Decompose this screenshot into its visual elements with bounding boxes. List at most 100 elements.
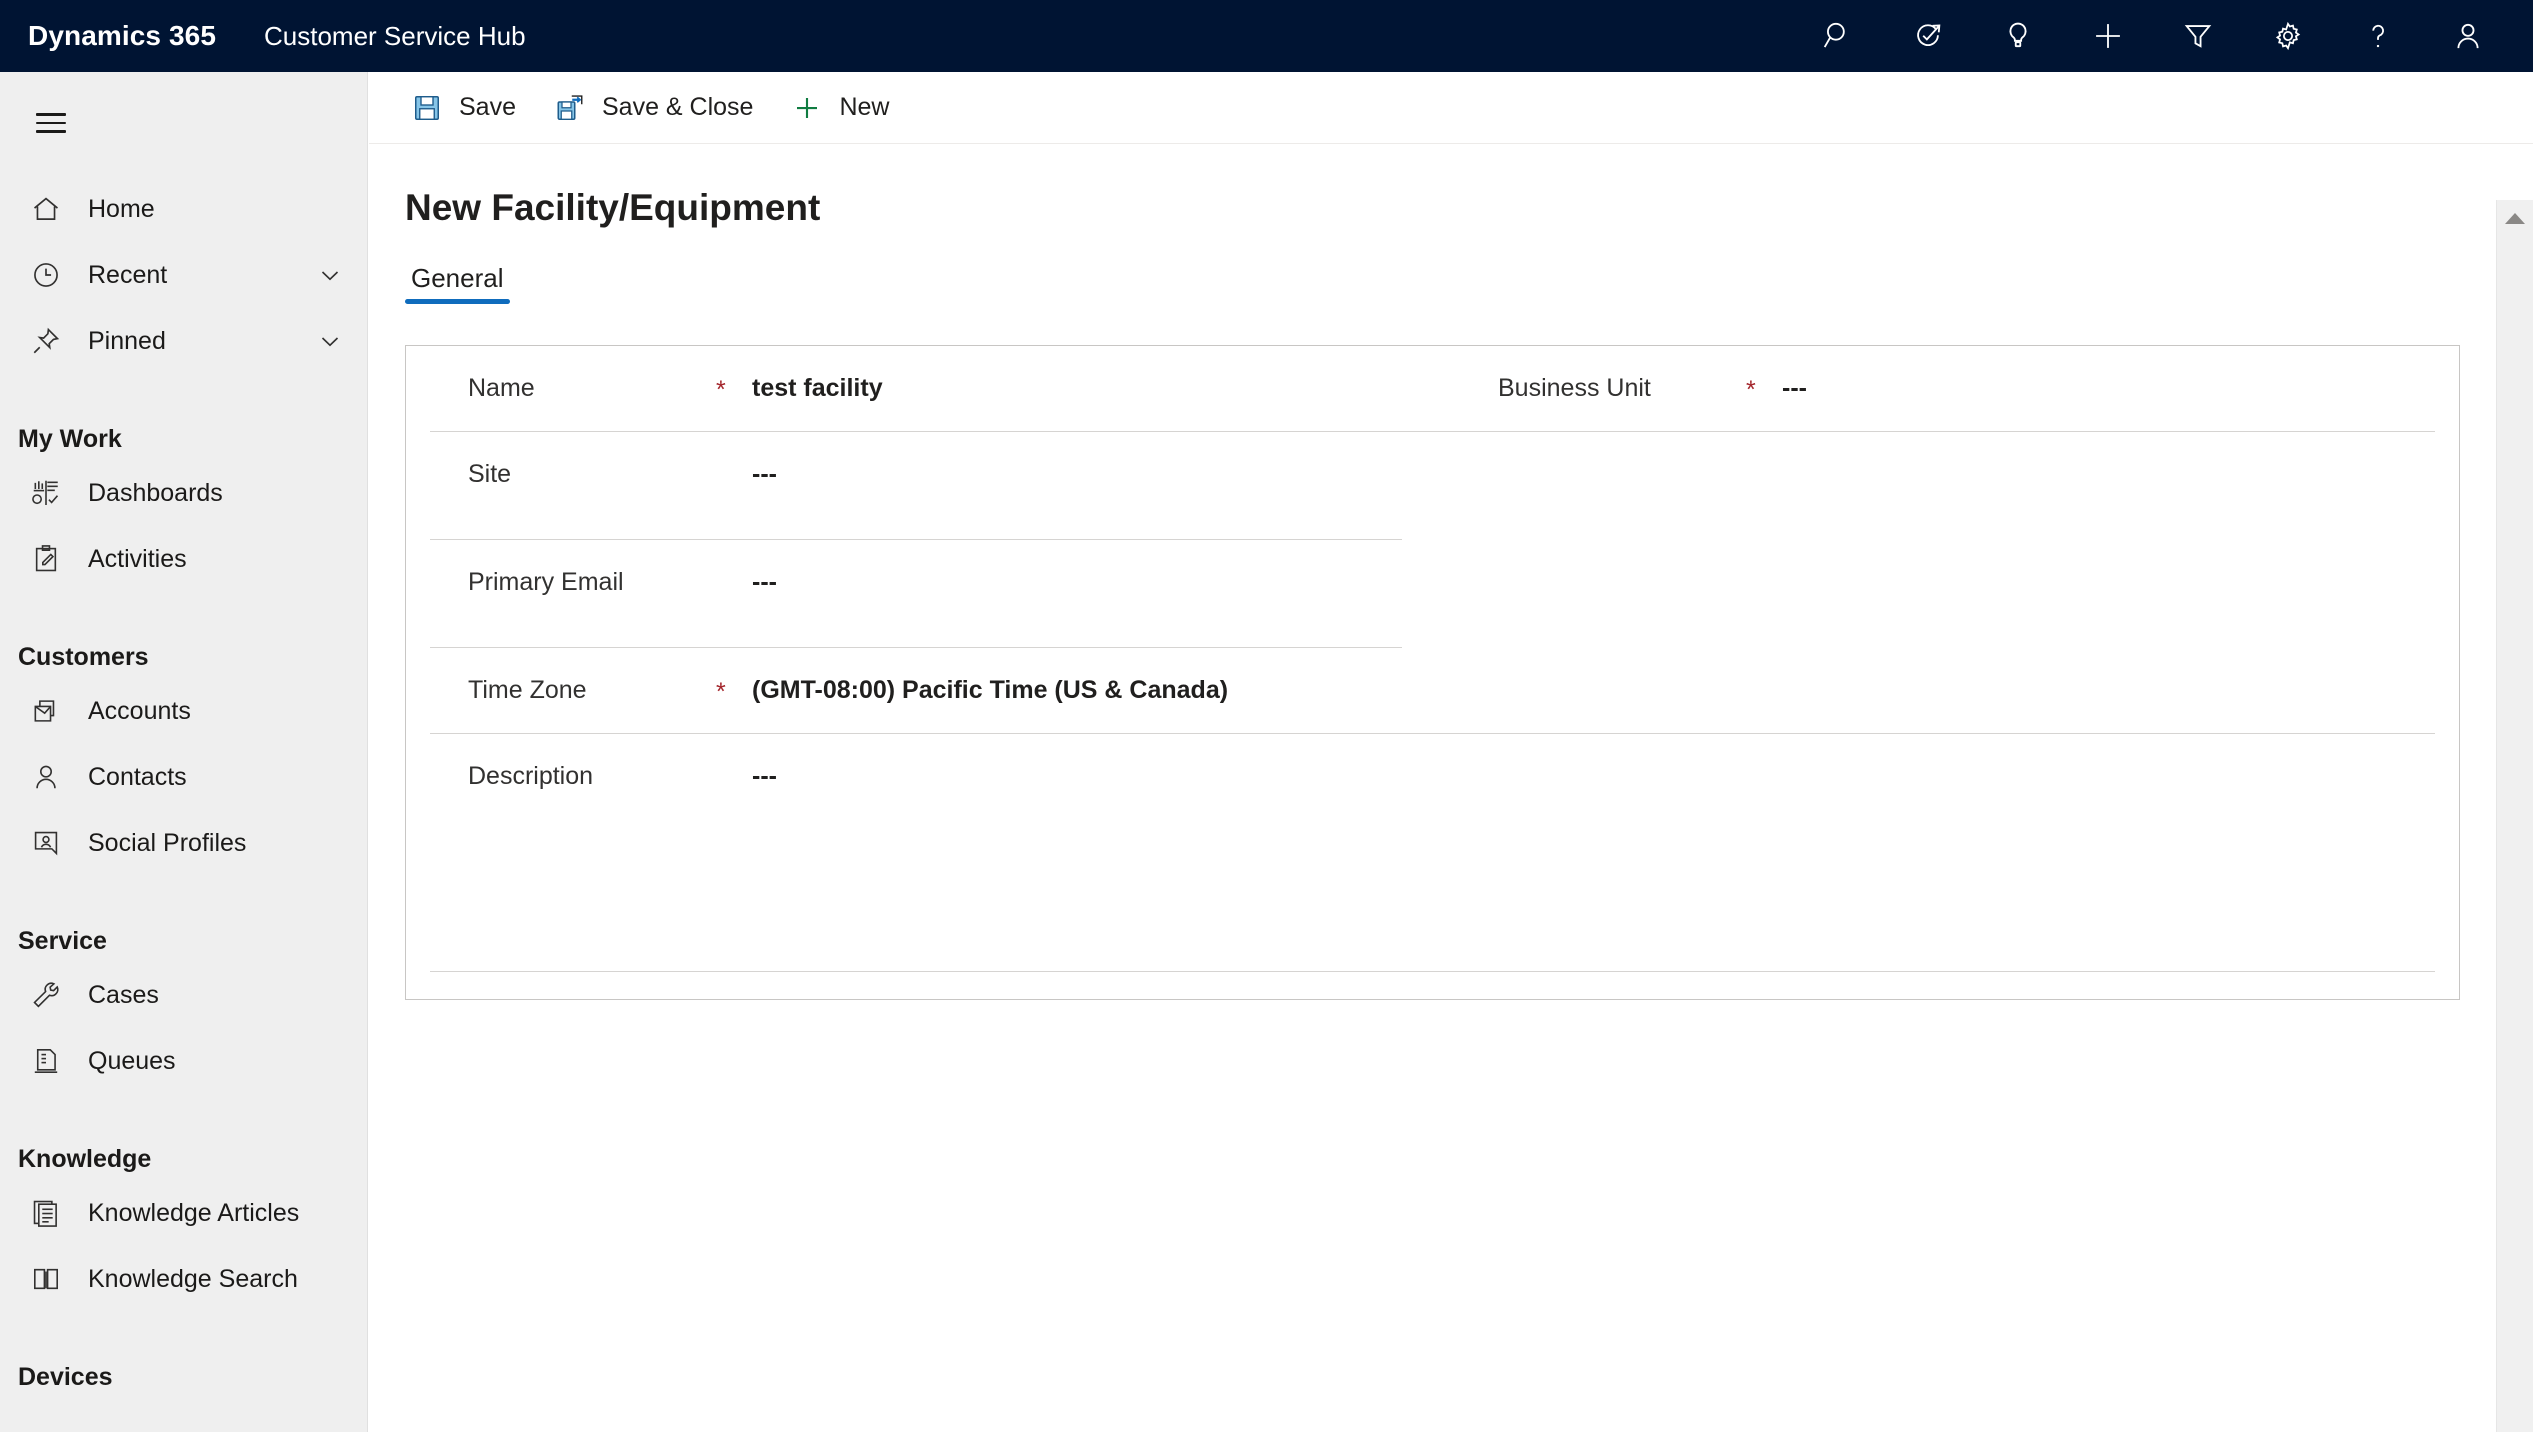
form-column-left: Name * test facility [406,346,1436,403]
sidebar-item-social-profiles[interactable]: Social Profiles [0,810,367,876]
social-profile-icon [24,827,68,859]
clock-icon [24,259,68,291]
form-row-time-zone: Time Zone * (GMT-08:00) Pacific Time (US… [406,648,2459,705]
site-map-sidebar: Home Recent Pinned My Work Dashboards Ac… [0,72,368,1432]
field-primary-email[interactable]: Primary Email --- [406,540,1436,597]
user-avatar-icon[interactable] [2423,0,2513,72]
tab-active-indicator [405,299,510,304]
help-icon[interactable] [2333,0,2423,72]
gear-icon[interactable] [2243,0,2333,72]
sidebar-item-label: Pinned [88,326,166,355]
hamburger-bars [36,107,66,139]
plus-icon[interactable] [2063,0,2153,72]
field-business-unit-label: Business Unit [1498,374,1651,402]
nav-group-service: Service [18,927,107,955]
lightbulb-icon[interactable] [1973,0,2063,72]
nav-spacer-4 [0,1094,367,1122]
sidebar-item-activities[interactable]: Activities [0,526,367,592]
sidebar-item-label: Cases [88,980,159,1009]
app-bar: Dynamics 365 Customer Service Hub [0,0,2533,72]
sidebar-item-cases[interactable]: Cases [0,962,367,1028]
filter-icon[interactable] [2153,0,2243,72]
field-name[interactable]: Name * test facility [406,346,1436,403]
field-description-value[interactable]: --- [752,760,777,791]
app-bar-icon-group [1793,0,2513,72]
field-time-zone[interactable]: Time Zone * (GMT-08:00) Pacific Time (US… [406,648,1436,705]
field-name-value[interactable]: test facility [752,372,883,403]
sidebar-item-contacts[interactable]: Contacts [0,744,367,810]
row-spacer-time-zone [406,705,2459,733]
contacts-icon [24,761,68,793]
new-plus-icon [789,93,825,123]
command-bar: Save Save & Close New [369,72,2533,144]
sidebar-item-label: Activities [88,544,187,573]
save-icon [409,93,445,123]
save-button[interactable]: Save [391,77,534,139]
save-button-label: Save [459,93,516,121]
nav-spacer-5 [0,1312,367,1340]
sidebar-item-accounts[interactable]: Accounts [0,678,367,744]
sidebar-item-home[interactable]: Home [0,176,367,242]
hamburger-bar-1 [36,113,66,116]
sidebar-item-label: Recent [88,260,168,289]
row-spacer-name [406,403,2459,431]
field-primary-email-label: Primary Email [468,568,624,596]
nav-group-my-work: My Work [18,425,122,453]
hamburger-menu-icon[interactable] [12,84,90,162]
nav-group-knowledge: Knowledge [18,1145,152,1173]
main-content: New Facility/Equipment General Name * te… [369,145,2533,1432]
chevron-down-icon[interactable] [315,260,345,290]
chevron-down-icon[interactable] [315,326,345,356]
dashboard-icon [24,477,68,509]
sidebar-item-label: Queues [88,1046,176,1075]
sidebar-item-pinned[interactable]: Pinned [0,308,367,374]
field-description[interactable]: Description --- [406,734,1436,791]
brand-logo: Dynamics 365 [28,20,216,51]
pin-icon [24,325,68,357]
field-description-label: Description [468,762,594,790]
home-icon [24,193,68,225]
nav-group-devices: Devices [18,1363,113,1391]
field-time-zone-label: Time Zone [468,676,587,704]
form-row-site: Site --- [406,432,1436,489]
field-primary-email-value[interactable]: --- [752,566,777,597]
tab-general[interactable]: General [405,263,510,304]
sidebar-item-label: Social Profiles [88,828,247,857]
field-description-required-marker [716,760,752,766]
sidebar-item-label: Knowledge Articles [88,1198,300,1227]
wrench-icon [24,979,68,1011]
new-button[interactable]: New [771,77,907,139]
field-site-label: Site [468,460,512,488]
field-site-value[interactable]: --- [752,458,777,489]
field-business-unit-value[interactable]: --- [1782,372,1807,403]
row-spacer-site [406,489,2459,539]
field-business-unit[interactable]: Business Unit * --- [1436,346,2459,403]
hamburger-bar-2 [36,121,66,125]
diagnostics-icon[interactable] [1883,0,1973,72]
save-and-close-button[interactable]: Save & Close [534,77,771,139]
activities-icon [24,543,68,575]
row-spacer-description [406,791,2459,971]
form-row-name: Name * test facility Business Unit * --- [406,346,2459,403]
field-site[interactable]: Site --- [406,432,1436,489]
form-card: Name * test facility Business Unit * ---… [405,345,2460,1000]
accounts-icon [24,695,68,727]
field-time-zone-required-marker: * [716,678,726,706]
main-scrollbar[interactable] [2497,200,2533,1432]
sidebar-item-dashboards[interactable]: Dashboards [0,460,367,526]
sidebar-item-knowledge-articles[interactable]: Knowledge Articles [0,1180,367,1246]
sidebar-item-label: Contacts [88,762,187,791]
scroll-up-triangle [2505,212,2525,224]
sidebar-item-queues[interactable]: Queues [0,1028,367,1094]
field-site-required-marker [716,458,752,464]
book-icon [24,1263,68,1295]
sidebar-item-label: Home [88,194,155,223]
sidebar-item-recent[interactable]: Recent [0,242,367,308]
scroll-up-arrow[interactable] [2497,200,2533,236]
row-spacer-primary-email [406,597,2459,647]
nav-group-customers: Customers [18,643,149,671]
nav-spacer-2 [0,592,367,620]
sidebar-item-knowledge-search[interactable]: Knowledge Search [0,1246,367,1312]
search-icon[interactable] [1793,0,1883,72]
field-time-zone-value[interactable]: (GMT-08:00) Pacific Time (US & Canada) [752,674,1228,705]
